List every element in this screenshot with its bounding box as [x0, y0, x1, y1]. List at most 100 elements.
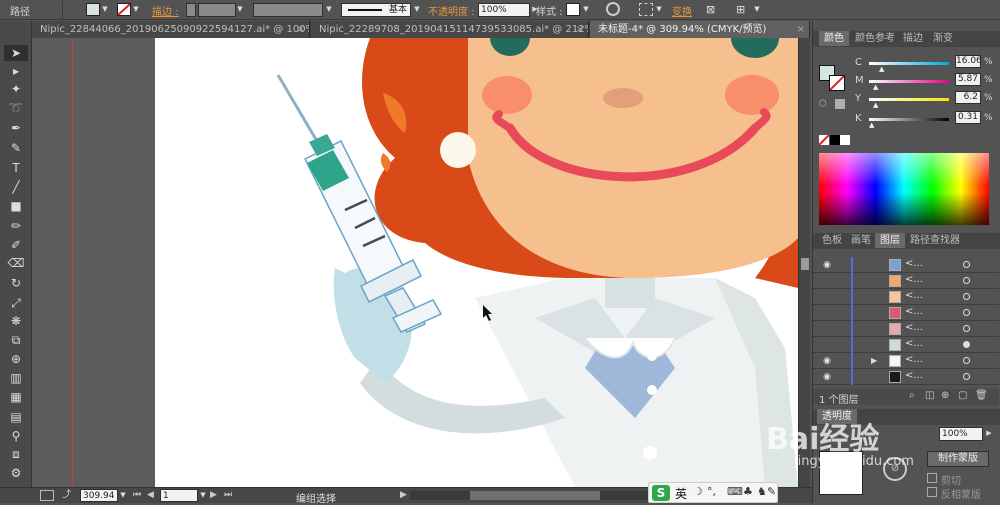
pen-tool-icon[interactable]: ✒ [7, 120, 25, 136]
tab-gradient[interactable]: 渐变 [928, 31, 958, 46]
zoom-arrow-icon[interactable]: ▼ [119, 489, 127, 502]
pencil-tool-icon[interactable]: ✐ [7, 237, 25, 253]
close-icon[interactable]: × [797, 21, 805, 38]
tab-document-3-active[interactable]: 未标题-4* @ 309.94% (CMYK/预览) × [590, 21, 810, 38]
stroke-dropdown-arrow-icon[interactable]: ▼ [132, 3, 140, 16]
direct-selection-tool-icon[interactable]: ▸ [7, 63, 25, 79]
sogou-logo-icon[interactable]: S [652, 485, 670, 501]
transform-label[interactable]: 变换 [672, 3, 692, 18]
canvas-area[interactable] [32, 38, 810, 487]
color-spectrum[interactable] [819, 153, 989, 225]
visibility-eye-icon[interactable]: ◉ [821, 371, 833, 383]
stroke-weight-stepper[interactable] [186, 3, 196, 17]
punctuation-icon[interactable]: °, [707, 485, 716, 498]
black-value-field[interactable]: 0.31 [955, 111, 981, 124]
share-icon[interactable]: ⤴ [62, 490, 74, 501]
keyboard-icon[interactable]: ⌨ [727, 485, 743, 498]
variable-width-profile[interactable] [253, 3, 323, 17]
last-page-icon[interactable]: ⏭ [224, 490, 232, 500]
white-swatch[interactable] [840, 135, 850, 145]
stroke-weight-arrow-icon[interactable]: ▼ [236, 3, 244, 16]
layer-row[interactable]: <... [813, 289, 999, 305]
target-circle-icon[interactable] [963, 293, 970, 300]
next-page-icon[interactable]: ▶ [210, 490, 217, 500]
tools-icon[interactable]: ✎ [767, 485, 776, 498]
free-transform-tool-icon[interactable]: ⧉ [7, 332, 25, 348]
target-circle-icon[interactable] [963, 277, 970, 284]
moon-icon[interactable]: ☽ [693, 485, 703, 498]
invert-mask-checkbox[interactable] [927, 487, 937, 497]
status-menu-arrow-icon[interactable]: ▶ [400, 490, 407, 500]
artboard[interactable] [155, 38, 798, 487]
page-field[interactable]: 1 [160, 489, 198, 502]
tab-pathfinder[interactable]: 路径查找器 [905, 233, 965, 248]
line-tool-icon[interactable]: ╱ [7, 179, 25, 195]
eyedropper-tool-icon[interactable]: ⚲ [7, 428, 25, 444]
isolate-icon[interactable]: ⊠ [706, 3, 720, 16]
blend-tool-icon[interactable]: ⧈ [7, 446, 25, 462]
tab-document-2[interactable]: Nipic_22289708_20190415114739533085.ai* … [311, 21, 589, 38]
scrollbar-thumb[interactable] [801, 258, 809, 270]
delete-layer-icon[interactable]: 🗑 [975, 390, 988, 401]
lasso-tool-icon[interactable]: ➰ [7, 100, 25, 116]
symbol-sprayer-tool-icon[interactable]: ⚙ [7, 465, 25, 481]
magic-wand-tool-icon[interactable]: ✦ [7, 81, 25, 97]
yellow-value-field[interactable]: 6.2 [955, 91, 981, 104]
web-safe-swatch[interactable] [835, 99, 845, 109]
scrollbar-thumb[interactable] [470, 491, 600, 500]
black-slider-track[interactable] [869, 118, 949, 121]
artboard-nav-icon[interactable] [40, 490, 54, 501]
slider-handle-icon[interactable]: ▲ [873, 101, 878, 109]
chart-tool-icon[interactable]: ▥ [7, 370, 25, 386]
visibility-eye-icon[interactable]: ◉ [821, 355, 833, 367]
fill-dropdown-arrow-icon[interactable]: ▼ [101, 3, 109, 16]
slider-handle-icon[interactable]: ▲ [879, 65, 884, 73]
tab-brushes[interactable]: 画笔 [846, 233, 876, 248]
profile-arrow-icon[interactable]: ▼ [325, 3, 333, 16]
horizontal-scrollbar[interactable] [410, 491, 650, 500]
align-icon[interactable] [639, 3, 653, 16]
rectangle-tool-icon[interactable]: ■ [7, 198, 25, 214]
slider-handle-icon[interactable]: ▲ [869, 121, 874, 129]
target-circle-icon[interactable] [963, 373, 970, 380]
stroke-weight-field[interactable] [198, 3, 236, 17]
tab-color-guide[interactable]: 颜色参考 [850, 31, 900, 46]
target-circle-icon[interactable] [963, 357, 970, 364]
close-icon[interactable]: × [297, 21, 305, 38]
layer-row[interactable]: <... [813, 273, 999, 289]
target-circle-icon[interactable] [963, 309, 970, 316]
tab-document-1[interactable]: Nipic_22844066_20190625090922594127.ai* … [32, 21, 310, 38]
warp-tool-icon[interactable]: ❋ [7, 313, 25, 329]
target-circle-icon[interactable] [963, 261, 970, 268]
layer-row[interactable]: <... [813, 305, 999, 321]
fill-swatch[interactable] [86, 3, 100, 16]
paintbrush-tool-icon[interactable]: ✏ [7, 218, 25, 234]
clip-checkbox[interactable] [927, 473, 937, 483]
opacity-field[interactable]: 100% [478, 3, 530, 17]
slider-handle-icon[interactable]: ▲ [873, 83, 878, 91]
skin-icon[interactable]: ♣ [743, 485, 753, 498]
page-arrow-icon[interactable]: ▼ [199, 489, 207, 502]
first-page-icon[interactable]: ⏮ [133, 490, 141, 500]
graphic-style-swatch[interactable] [566, 3, 580, 16]
visibility-eye-icon[interactable]: ◉ [821, 259, 833, 271]
rotate-tool-icon[interactable]: ↻ [7, 275, 25, 291]
gradient-tool-icon[interactable]: ▤ [7, 409, 25, 425]
stroke-label[interactable]: 描边 : [152, 3, 179, 18]
close-icon[interactable]: × [576, 21, 584, 38]
tab-swatches[interactable]: 色板 [817, 233, 847, 248]
arrange-icon[interactable]: ⊞ [736, 3, 750, 16]
layer-row[interactable]: <... [813, 321, 999, 337]
ime-lang-label[interactable]: 英 [675, 485, 687, 502]
new-sublayer-icon[interactable]: ⊕ [941, 390, 949, 401]
opacity-arrow-icon[interactable]: ▶ [985, 427, 993, 440]
yellow-slider-track[interactable] [869, 98, 949, 101]
eraser-tool-icon[interactable]: ⌫ [7, 255, 25, 271]
black-swatch[interactable] [830, 135, 840, 145]
tab-stroke[interactable]: 描边 [898, 31, 928, 46]
locate-object-icon[interactable]: ⌕ [909, 390, 915, 401]
make-clipping-mask-icon[interactable]: ◫ [925, 390, 934, 401]
layer-row[interactable]: <... [813, 337, 999, 353]
arrange-arrow-icon[interactable]: ▼ [753, 3, 761, 16]
magenta-slider-track[interactable] [869, 80, 949, 83]
